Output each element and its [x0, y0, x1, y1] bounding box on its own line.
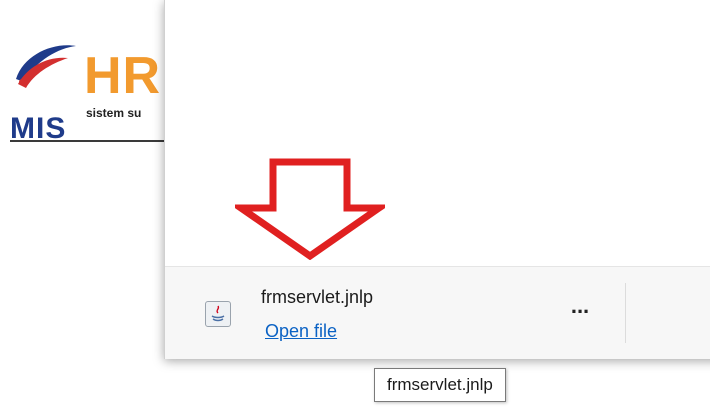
open-file-link[interactable]: Open file: [265, 321, 337, 342]
downloads-flyout: frmservlet.jnlp Open file ...: [164, 0, 710, 359]
java-file-icon: [205, 301, 231, 327]
logo-subtitle: sistem su: [86, 106, 142, 120]
filename-tooltip: frmservlet.jnlp: [374, 368, 506, 402]
logo-swoosh-icon: [16, 45, 76, 88]
download-item[interactable]: frmservlet.jnlp Open file ...: [165, 266, 710, 359]
download-filename: frmservlet.jnlp: [261, 287, 374, 307]
logo-acronym: MIS: [10, 112, 67, 142]
logo-brand-text: HR: [84, 47, 162, 105]
divider: [625, 283, 626, 343]
red-down-arrow-icon: [235, 158, 385, 260]
hrmis-logo: HR sistem su MIS: [10, 10, 167, 142]
more-actions-button[interactable]: ...: [563, 295, 597, 325]
